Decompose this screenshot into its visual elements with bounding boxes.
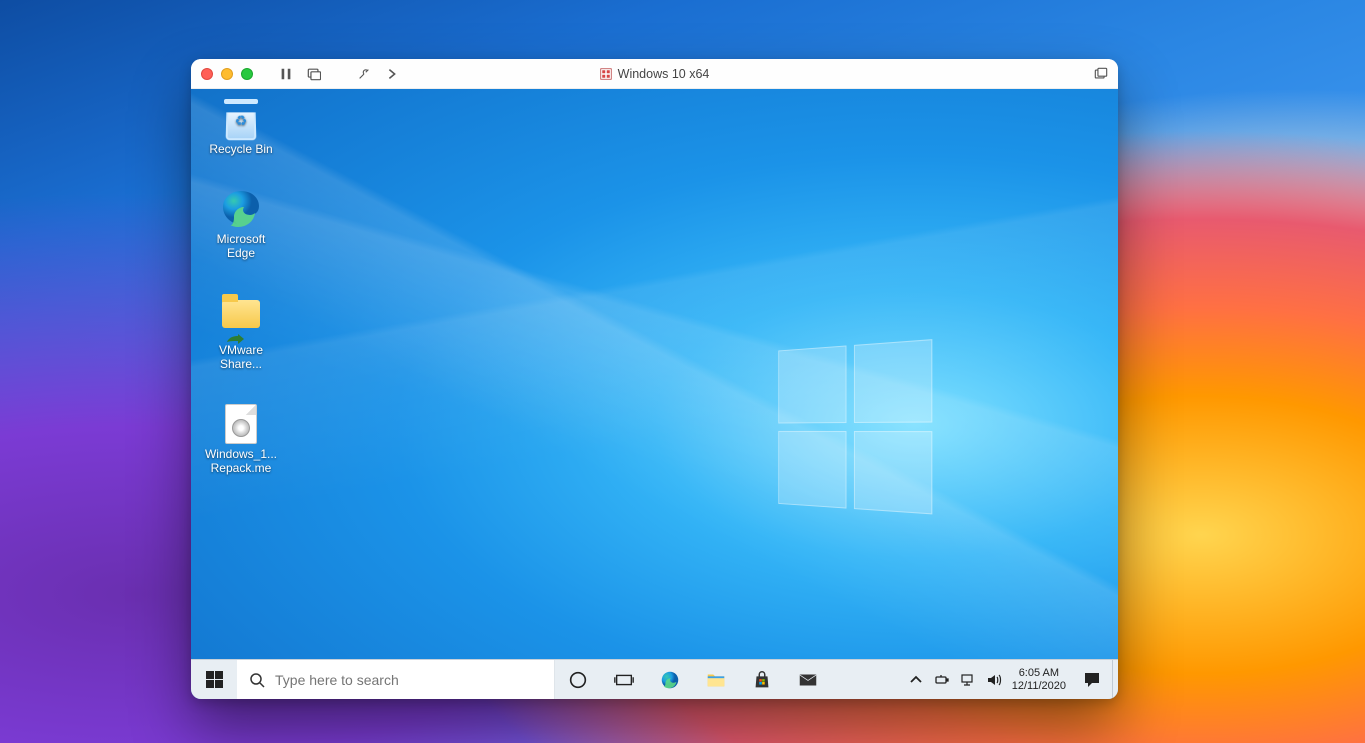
clock-time: 6:05 AM <box>1012 667 1066 680</box>
settings-icon[interactable] <box>357 67 371 81</box>
zoom-window-button[interactable] <box>241 68 253 80</box>
taskbar-mail[interactable] <box>785 660 831 699</box>
tray-power-icon[interactable] <box>934 672 950 688</box>
show-desktop-button[interactable] <box>1112 660 1118 699</box>
taskbar: 6:05 AM 12/11/2020 <box>191 659 1118 699</box>
recycle-bin-icon: ♻ <box>221 99 261 139</box>
guest-desktop[interactable]: ♻ Recycle Bin Microsoft Edge VMware Shar… <box>191 89 1118 699</box>
desktop-icons: ♻ Recycle Bin Microsoft Edge VMware Shar… <box>203 99 279 476</box>
clock-date: 12/11/2020 <box>1012 680 1066 693</box>
wallpaper-windows-logo <box>778 339 939 522</box>
iso-file-icon <box>221 404 261 444</box>
tray-overflow-button[interactable] <box>908 672 924 688</box>
taskbar-clock[interactable]: 6:05 AM 12/11/2020 <box>1006 667 1072 692</box>
chevron-right-icon[interactable] <box>385 67 399 81</box>
taskbar-file-explorer[interactable] <box>693 660 739 699</box>
start-button[interactable] <box>191 660 237 699</box>
desktop-icon-label: Windows_1... Repack.me <box>203 448 279 476</box>
mac-titlebar: Windows 10 x64 <box>191 59 1118 89</box>
system-tray <box>904 672 1006 688</box>
desktop-icon-edge[interactable]: Microsoft Edge <box>203 189 279 261</box>
desktop-icon-vmware-share[interactable]: VMware Share... <box>203 292 279 372</box>
snapshot-button[interactable] <box>307 67 321 81</box>
maximize-guest-button[interactable] <box>1094 67 1108 81</box>
taskbar-edge[interactable] <box>647 660 693 699</box>
desktop-icon-label: Microsoft Edge <box>203 233 279 261</box>
close-window-button[interactable] <box>201 68 213 80</box>
edge-icon <box>221 189 261 229</box>
cortana-button[interactable] <box>555 660 601 699</box>
search-icon <box>249 672 265 688</box>
taskbar-store[interactable] <box>739 660 785 699</box>
desktop-icon-label: VMware Share... <box>203 344 279 372</box>
desktop-icon-iso[interactable]: Windows_1... Repack.me <box>203 404 279 476</box>
task-view-button[interactable] <box>601 660 647 699</box>
minimize-window-button[interactable] <box>221 68 233 80</box>
vm-window: Windows 10 x64 ♻ Recycle Bin Microsoft E… <box>191 59 1118 699</box>
action-center-button[interactable] <box>1072 660 1112 699</box>
traffic-lights <box>201 68 253 80</box>
vmware-toolbar <box>279 67 399 81</box>
taskbar-pinned <box>555 660 831 699</box>
tray-network-icon[interactable] <box>960 672 976 688</box>
tray-volume-icon[interactable] <box>986 672 1002 688</box>
desktop-icon-label: Recycle Bin <box>203 143 279 157</box>
desktop-icon-recycle-bin[interactable]: ♻ Recycle Bin <box>203 99 279 157</box>
taskbar-search[interactable] <box>237 660 555 699</box>
pause-vm-button[interactable] <box>279 67 293 81</box>
folder-shortcut-icon <box>221 300 261 340</box>
window-title-text: Windows 10 x64 <box>618 67 710 81</box>
search-input[interactable] <box>275 672 542 688</box>
